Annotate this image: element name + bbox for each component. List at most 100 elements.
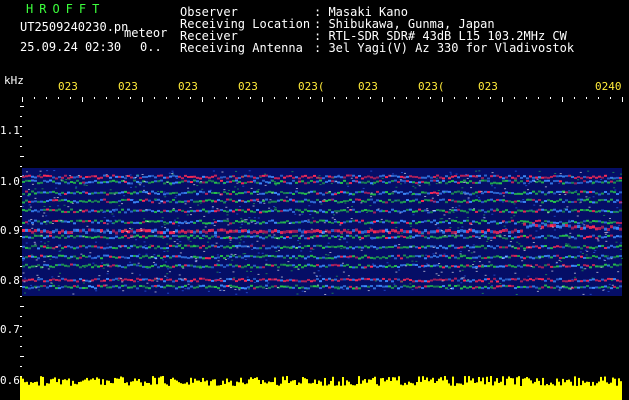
- noise-speckle: [227, 224, 230, 226]
- noise-speckle: [157, 190, 160, 192]
- noise-speckle: [175, 195, 178, 197]
- spectral-pixel: [334, 256, 337, 259]
- noise-speckle: [456, 247, 459, 249]
- spectral-pixel: [130, 263, 133, 266]
- spectral-pixel: [415, 286, 418, 289]
- spectral-pixel: [301, 210, 304, 213]
- spectral-pixel: [595, 255, 598, 258]
- noise-speckle: [76, 284, 79, 286]
- spectral-pixel: [592, 175, 595, 178]
- noise-speckle: [239, 226, 242, 228]
- spectral-pixel: [478, 279, 481, 282]
- spectral-pixel: [106, 181, 109, 184]
- spectral-pixel: [253, 287, 256, 290]
- spectral-pixel: [568, 191, 571, 194]
- spectral-pixel: [502, 246, 505, 249]
- spectral-pixel: [28, 266, 31, 269]
- spectral-pixel: [199, 266, 202, 269]
- spectral-pixel: [58, 263, 61, 266]
- spectral-pixel: [589, 235, 592, 238]
- spectral-pixel: [106, 286, 109, 289]
- x-tick: [442, 97, 443, 102]
- spectral-pixel: [190, 181, 193, 184]
- spectral-pixel: [187, 191, 190, 194]
- spectral-pixel: [418, 246, 421, 249]
- spectral-pixel: [391, 174, 394, 177]
- spectral-pixel: [88, 245, 91, 248]
- spectral-pixel: [403, 278, 406, 281]
- noise-speckle: [239, 239, 242, 241]
- noise-speckle: [40, 234, 43, 236]
- spectral-pixel: [361, 230, 364, 234]
- spectral-pixel: [616, 245, 619, 248]
- spectral-pixel: [490, 190, 493, 193]
- spectral-pixel: [613, 236, 616, 239]
- spectral-pixel: [328, 245, 331, 248]
- spectral-pixel: [235, 208, 238, 211]
- noise-speckle: [143, 218, 146, 220]
- spectral-pixel: [565, 191, 568, 194]
- spectral-pixel: [400, 285, 403, 288]
- spectral-pixel: [454, 180, 457, 183]
- noise-speckle: [330, 183, 333, 185]
- noise-speckle: [513, 215, 516, 217]
- level-sample: [168, 385, 170, 400]
- noise-speckle: [249, 182, 252, 184]
- spectral-pixel: [421, 209, 424, 212]
- spectral-pixel: [358, 181, 361, 184]
- spectral-pixel: [64, 255, 67, 258]
- noise-speckle: [156, 280, 159, 282]
- noise-speckle: [193, 184, 196, 186]
- noise-speckle: [405, 265, 408, 267]
- spectral-pixel: [355, 256, 358, 259]
- spectral-pixel: [238, 265, 241, 268]
- spectral-pixel: [502, 180, 505, 183]
- spectral-pixel: [517, 175, 520, 178]
- noise-speckle: [179, 265, 182, 267]
- noise-speckle: [480, 190, 483, 192]
- noise-speckle: [475, 195, 478, 197]
- level-sample: [130, 381, 132, 400]
- noise-speckle: [316, 275, 319, 277]
- noise-speckle: [341, 233, 344, 235]
- spectral-pixel: [136, 234, 139, 237]
- spectral-pixel: [373, 177, 376, 180]
- spectral-pixel: [25, 179, 28, 182]
- spectral-pixel: [205, 192, 208, 195]
- spectral-pixel: [124, 245, 127, 248]
- noise-speckle: [317, 177, 320, 179]
- noise-speckle: [450, 173, 453, 175]
- spectral-pixel: [286, 182, 289, 185]
- spectral-pixel: [310, 190, 313, 193]
- spectral-pixel: [532, 237, 535, 240]
- spectral-pixel: [379, 179, 382, 182]
- noise-speckle: [362, 187, 365, 189]
- spectral-pixel: [52, 284, 55, 287]
- noise-speckle: [339, 224, 342, 226]
- noise-speckle: [611, 284, 614, 286]
- spectral-pixel: [25, 190, 28, 193]
- spectral-pixel: [328, 257, 331, 260]
- spectral-pixel: [349, 246, 352, 249]
- spectral-pixel: [106, 246, 109, 249]
- spectral-pixel: [217, 235, 220, 238]
- x-tick: [238, 97, 239, 99]
- spectral-pixel: [493, 220, 496, 223]
- spectral-pixel: [109, 220, 112, 223]
- spectral-pixel: [397, 235, 400, 238]
- x-tick: [598, 97, 599, 99]
- spectral-pixel: [232, 285, 235, 288]
- spectral-pixel: [304, 192, 307, 195]
- spectral-pixel: [550, 191, 553, 194]
- noise-speckle: [161, 217, 164, 219]
- spectral-pixel: [31, 286, 34, 289]
- noise-speckle: [474, 287, 477, 289]
- spectral-pixel: [55, 235, 58, 238]
- noise-speckle: [417, 184, 420, 186]
- spectral-pixel: [415, 181, 418, 184]
- spectral-pixel: [337, 210, 340, 213]
- spectral-pixel: [472, 192, 475, 195]
- spectral-pixel: [70, 279, 73, 282]
- spectral-pixel: [259, 285, 262, 288]
- spectral-pixel: [541, 222, 544, 225]
